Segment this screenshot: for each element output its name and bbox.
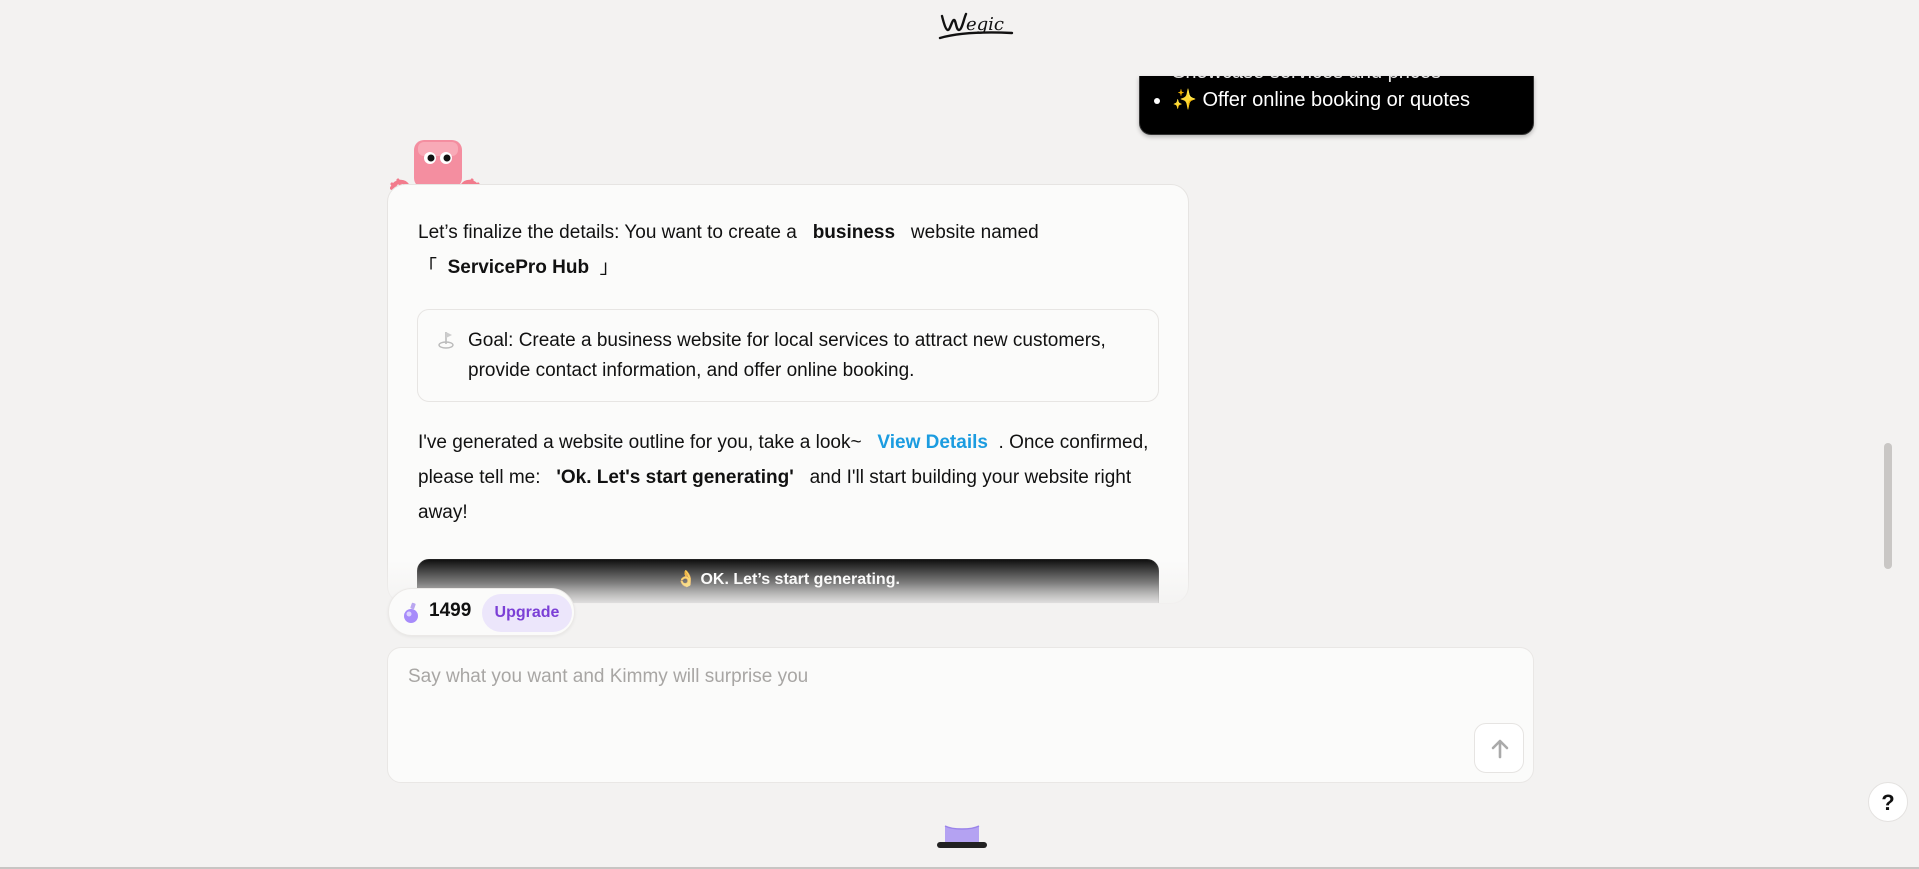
finalize-details-text: Let’s finalize the details: You want to …	[418, 215, 1158, 285]
user-message-item: ✨ Offer online booking or quotes	[1153, 89, 1471, 111]
upgrade-button[interactable]: Upgrade	[482, 594, 572, 632]
site-type: business	[812, 222, 896, 243]
site-name: ServicePro Hub	[447, 257, 590, 278]
outline-prefix: I've generated a website outline for you…	[418, 432, 862, 453]
view-details-link[interactable]: View Details	[877, 432, 988, 453]
flag-icon	[438, 332, 454, 349]
outline-text: I've generated a website outline for you…	[418, 425, 1178, 530]
help-button[interactable]: ?	[1868, 782, 1908, 822]
scrollbar-thumb[interactable]	[1884, 443, 1892, 569]
goal-box: Goal: Create a business website for loca…	[417, 309, 1159, 402]
kimmy-hat-icon	[937, 825, 987, 848]
confirm-phrase: 'Ok. Let's start generating'	[556, 467, 794, 488]
potion-icon	[404, 602, 418, 623]
bracket-close: 」	[599, 257, 619, 278]
prompt-input[interactable]	[408, 666, 1408, 756]
user-message-item: Showcase services and prices	[1172, 76, 1441, 84]
user-message-bubble: Showcase services and prices ✨ Offer onl…	[1139, 76, 1534, 135]
credits-pill: 1499 Upgrade	[388, 588, 575, 636]
goal-text: Goal: Create a business website for loca…	[468, 330, 1106, 381]
intro-mid: website named	[910, 222, 1039, 243]
bracket-open: 「	[418, 257, 438, 278]
arrow-up-icon	[1491, 739, 1509, 759]
prompt-composer	[387, 647, 1534, 783]
intro-prefix: Let’s finalize the details: You want to …	[418, 222, 797, 243]
wegic-logo: egic	[938, 12, 1014, 40]
send-button[interactable]	[1474, 723, 1524, 773]
assistant-message-card: Let’s finalize the details: You want to …	[387, 184, 1189, 604]
credit-count: 1499	[429, 600, 472, 621]
